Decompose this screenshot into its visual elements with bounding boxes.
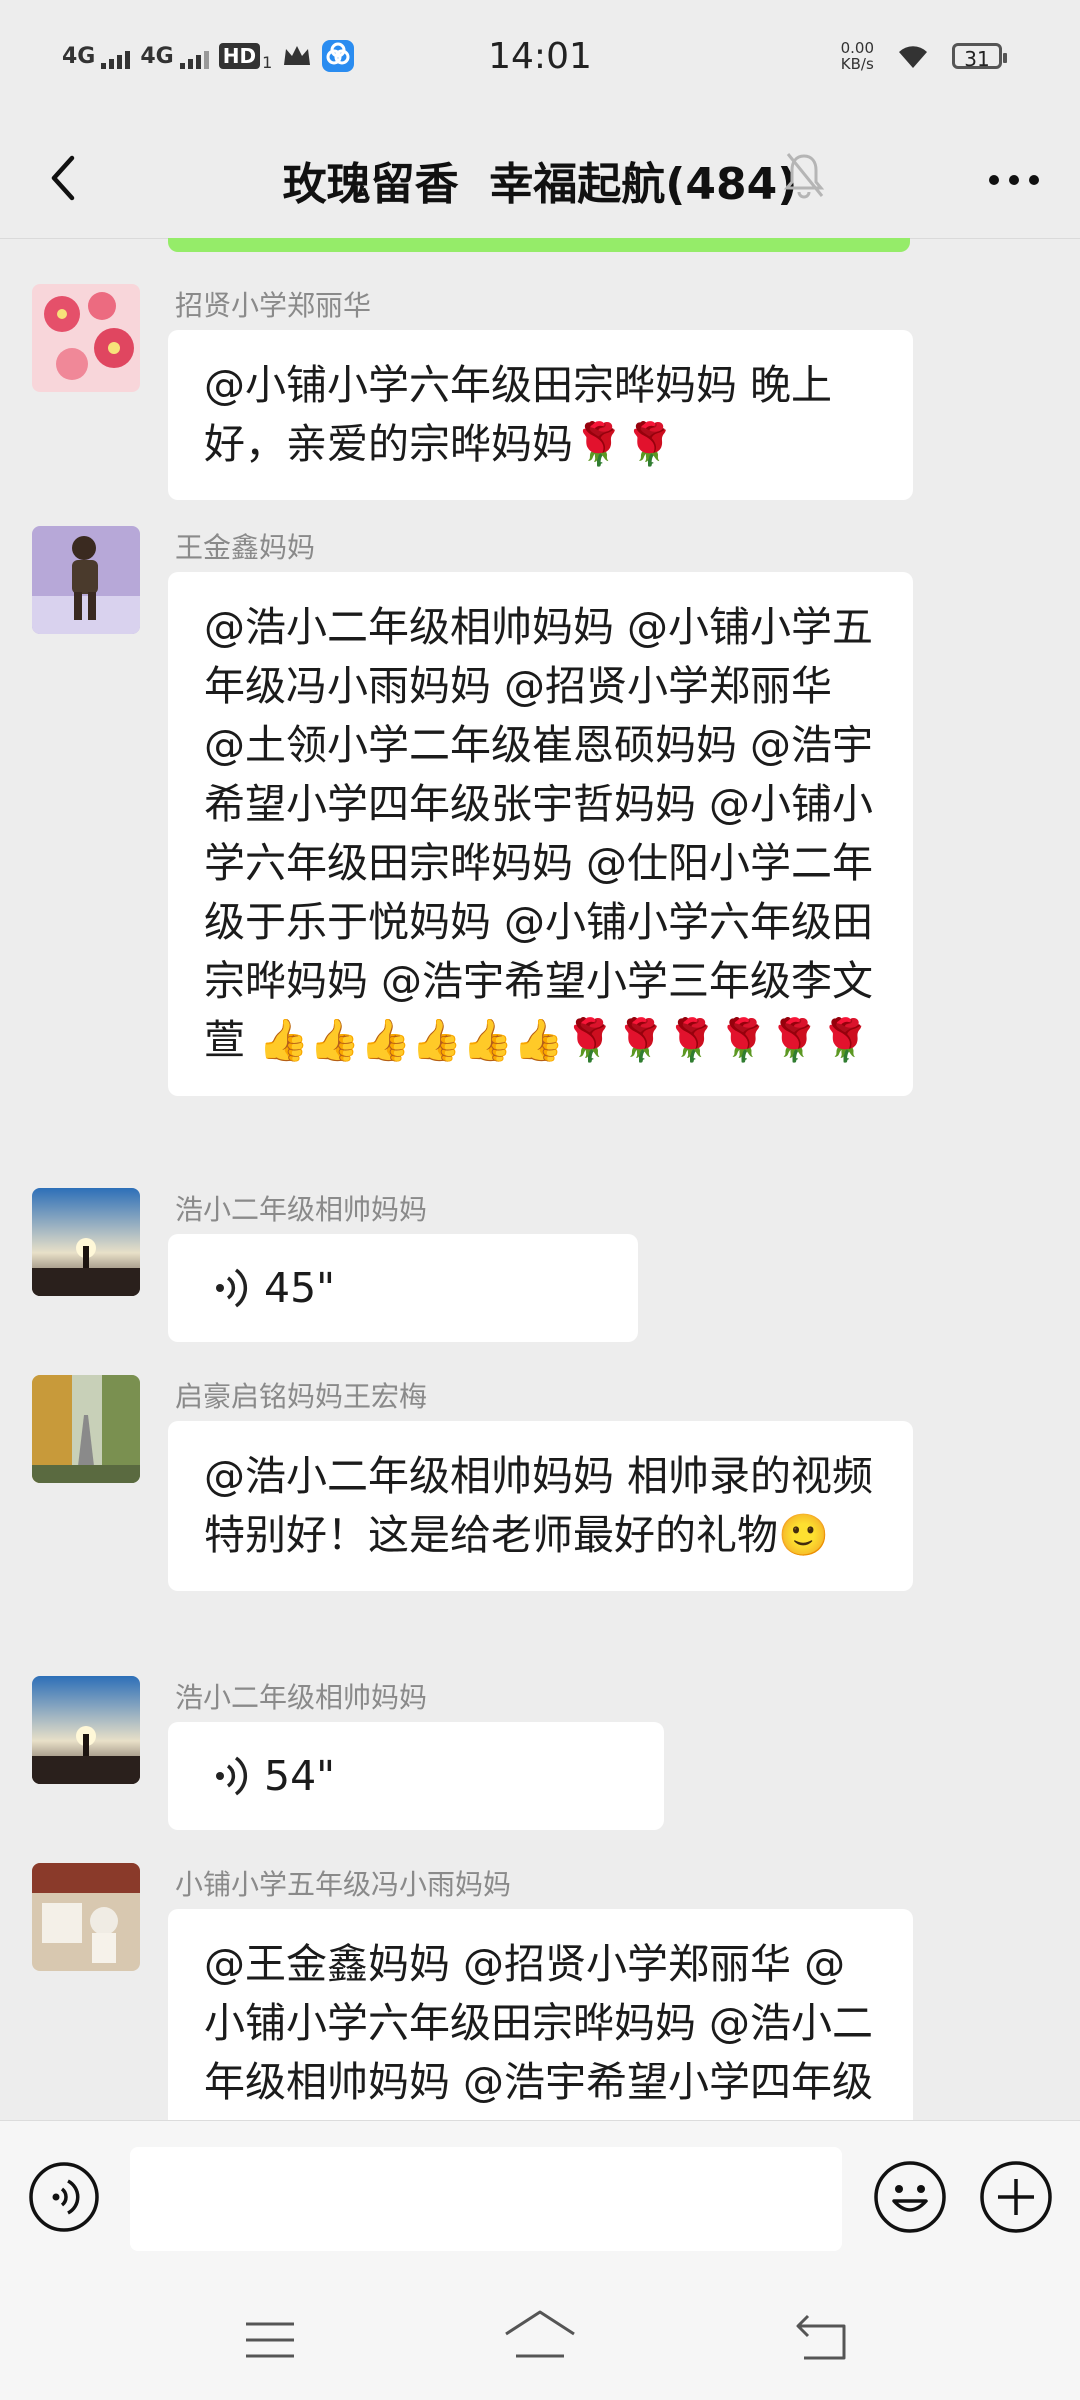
sender-name: 招贤小学郑丽华	[175, 289, 372, 322]
more-dots-icon[interactable]	[982, 158, 1046, 202]
outgoing-bubble-edge	[168, 238, 910, 252]
sender-name: 小铺小学五年级冯小雨妈妈	[175, 1868, 512, 1901]
voice-wave-icon	[216, 1756, 248, 1796]
message-bubble[interactable]: @浩小二年级相帅妈妈 相帅录的视频特别好！这是给老师最好的礼物🙂	[168, 1421, 913, 1591]
avatar[interactable]	[32, 1676, 140, 1784]
message-bubble[interactable]: @浩小二年级相帅妈妈 @小铺小学五年级冯小雨妈妈 @招贤小学郑丽华 @土领小学二…	[168, 572, 913, 1096]
battery-icon: 31	[952, 43, 1007, 71]
message-bubble[interactable]: @小铺小学六年级田宗晔妈妈 晚上好，亲爱的宗晔妈妈🌹🌹	[168, 330, 913, 500]
voice-message-bubble[interactable]: 54"	[168, 1722, 664, 1830]
net-speed: 0.00 KB/s	[840, 39, 874, 73]
voice-duration: 54"	[264, 1751, 336, 1800]
system-nav-bar	[0, 2280, 1080, 2400]
message-input[interactable]	[130, 2147, 842, 2251]
sender-name: 浩小二年级相帅妈妈	[175, 1681, 428, 1714]
plus-icon[interactable]	[978, 2159, 1054, 2235]
wifi-icon	[899, 46, 927, 68]
avatar[interactable]	[32, 1863, 140, 1971]
back-nav-icon[interactable]	[790, 2308, 854, 2368]
message-list[interactable]: 招贤小学郑丽华 @小铺小学六年级田宗晔妈妈 晚上好，亲爱的宗晔妈妈🌹🌹 王金鑫妈…	[0, 238, 1080, 2120]
input-bar	[0, 2120, 1080, 2281]
chat-header: 玫瑰留香 幸福起航(484)	[0, 120, 1080, 239]
avatar[interactable]	[32, 1375, 140, 1483]
sender-name: 王金鑫妈妈	[175, 531, 316, 564]
avatar[interactable]	[32, 526, 140, 634]
voice-input-icon[interactable]	[28, 2161, 100, 2233]
avatar[interactable]	[32, 1188, 140, 1296]
menu-icon[interactable]	[240, 2310, 300, 2370]
home-icon[interactable]	[500, 2306, 580, 2370]
chat-title: 玫瑰留香 幸福起航(484)	[282, 159, 798, 210]
emoji-icon[interactable]	[872, 2159, 948, 2235]
status-bar: 4G 4G HD 1 14:01 0.00 KB/s 31	[0, 0, 1080, 120]
bell-off-icon	[783, 153, 825, 199]
status-bar-right: 0.00 KB/s 31	[840, 39, 1007, 73]
message-bubble[interactable]: @王金鑫妈妈 @招贤小学郑丽华 @小铺小学六年级田宗晔妈妈 @浩小二年级相帅妈妈…	[168, 1909, 913, 2120]
avatar[interactable]	[32, 284, 140, 392]
sender-name: 启豪启铭妈妈王宏梅	[175, 1380, 428, 1413]
sender-name: 浩小二年级相帅妈妈	[175, 1193, 428, 1226]
voice-duration: 45"	[264, 1263, 336, 1312]
voice-message-bubble[interactable]: 45"	[168, 1234, 638, 1342]
battery-level: 31	[964, 47, 990, 71]
voice-wave-icon	[216, 1268, 248, 1308]
